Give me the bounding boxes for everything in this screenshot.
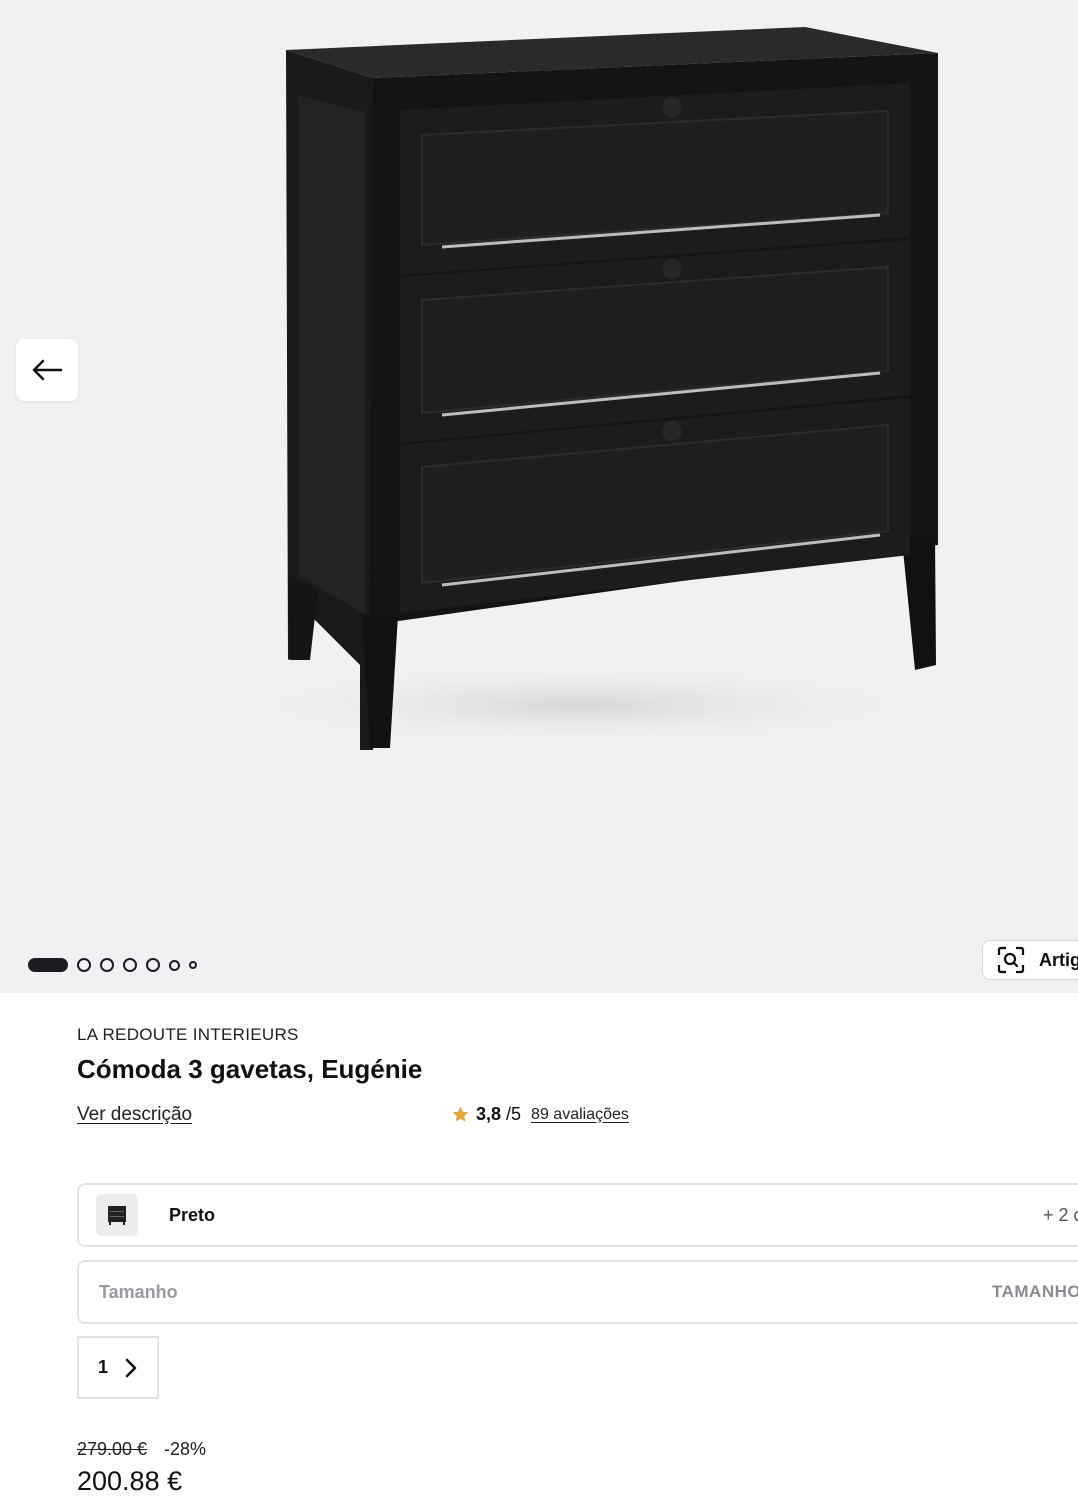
carousel-dot[interactable] — [123, 958, 137, 972]
more-colors[interactable]: + 2 c — [1043, 1205, 1078, 1226]
carousel-dot[interactable] — [100, 958, 114, 972]
product-brand[interactable]: LA REDOUTE INTERIEURS — [77, 1025, 299, 1045]
size-guide-link[interactable]: TAMANHO — [992, 1282, 1078, 1302]
product-image[interactable] — [180, 15, 980, 775]
similar-items-button[interactable]: Artig — [982, 940, 1078, 980]
rating-score: 3,8 — [476, 1104, 502, 1124]
product-title: Cómoda 3 gavetas, Eugénie — [77, 1054, 423, 1084]
carousel-dot[interactable] — [189, 961, 197, 969]
carousel-dot[interactable] — [169, 959, 180, 971]
selected-color: Preto — [169, 1204, 216, 1225]
previous-image-button[interactable] — [16, 339, 78, 401]
product-gallery: Artig — [0, 0, 1078, 993]
carousel-dot-active[interactable] — [28, 958, 68, 972]
quantity-value: 1 — [98, 1357, 109, 1377]
size-selector[interactable]: Tamanho TAMANHO — [77, 1260, 1078, 1324]
visual-search-icon — [997, 946, 1025, 974]
size-placeholder: Tamanho — [99, 1281, 178, 1302]
arrow-left-icon — [32, 359, 63, 381]
color-swatch — [96, 1194, 138, 1236]
rating-max: /5 — [506, 1104, 522, 1124]
carousel-dot[interactable] — [77, 958, 91, 972]
similar-items-label: Artig — [1039, 949, 1078, 970]
star-icon — [452, 1106, 469, 1122]
chevron-right-icon[interactable] — [124, 1358, 138, 1378]
dresser-thumbnail-icon — [108, 1206, 126, 1225]
color-selector[interactable]: Preto + 2 c — [77, 1183, 1078, 1247]
product-rating: 3,8 /5 89 avaliações — [451, 1104, 629, 1125]
carousel-indicators — [28, 958, 197, 972]
quantity-selector[interactable]: 1 — [77, 1336, 159, 1399]
original-price: 279.00 € — [77, 1439, 148, 1459]
carousel-dot[interactable] — [146, 958, 160, 972]
current-price: 200.88 € — [77, 1466, 183, 1496]
discount-badge: -28% — [164, 1439, 207, 1459]
reviews-link[interactable]: 89 avaliações — [531, 1106, 629, 1124]
view-description-link[interactable]: Ver descrição — [77, 1104, 192, 1126]
